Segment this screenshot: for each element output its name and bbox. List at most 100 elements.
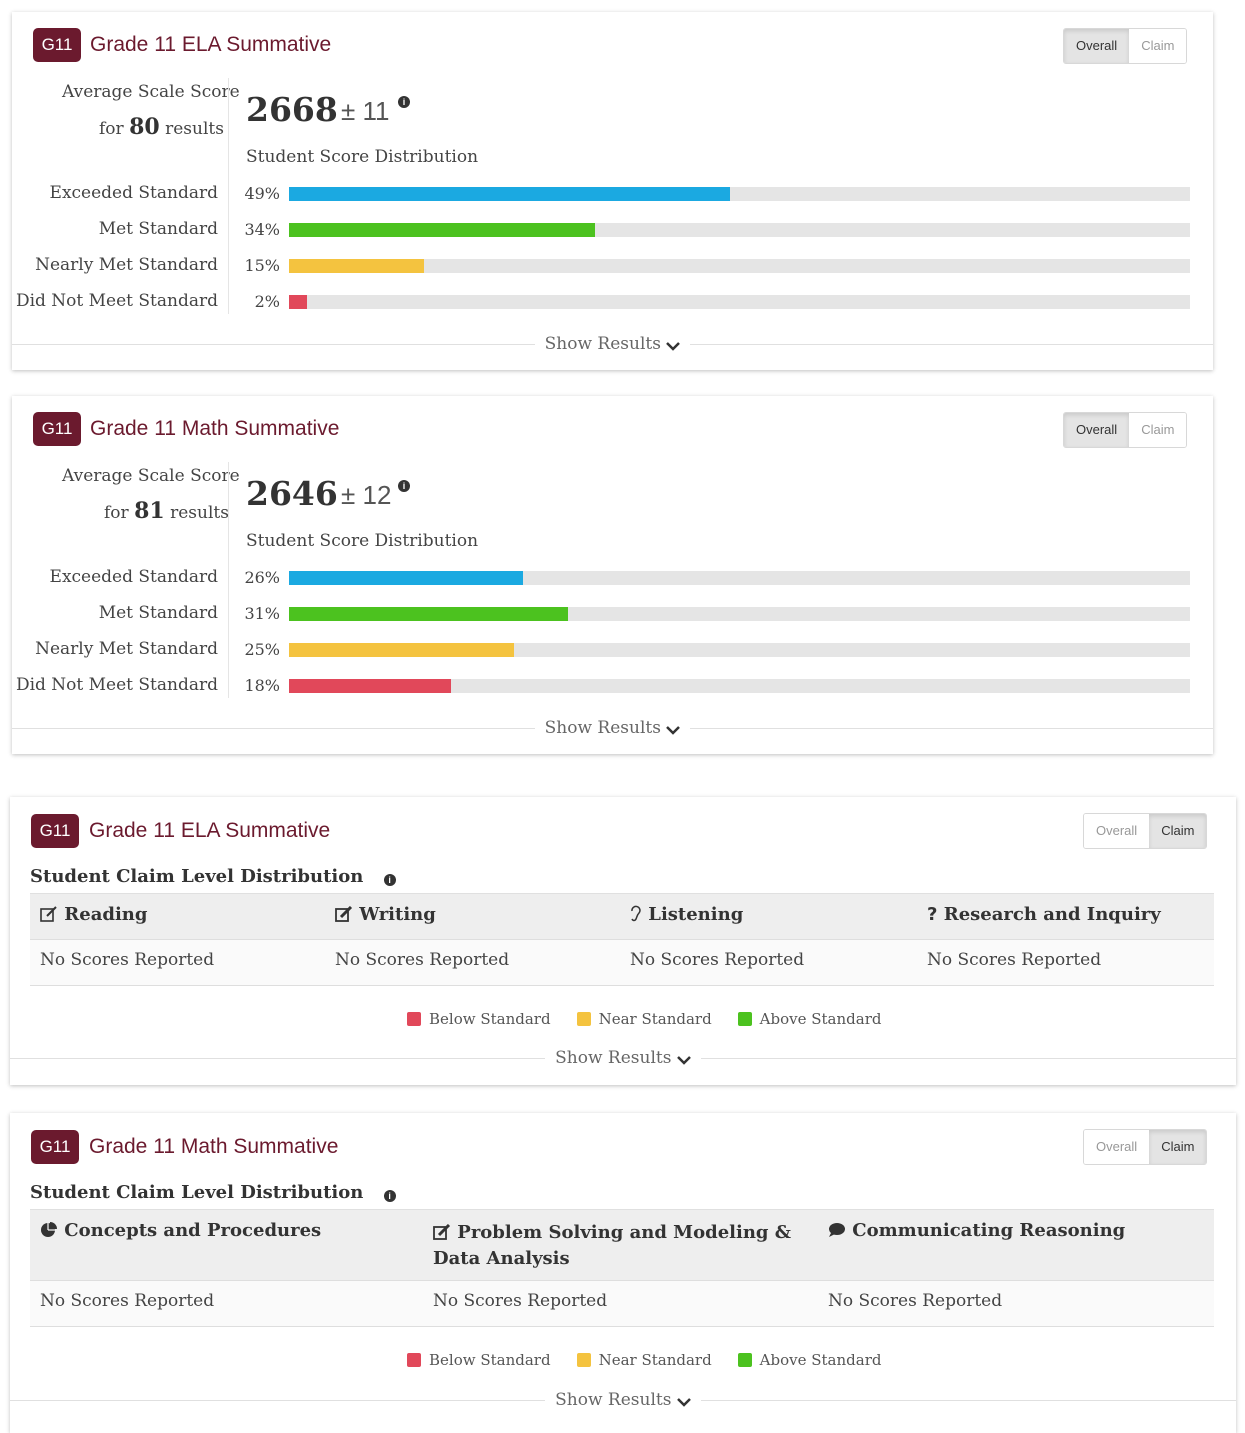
show-results-label: Show Results [544,334,661,354]
card-title: Grade 11 ELA Summative [89,819,331,842]
show-results-button[interactable]: Show Results [545,1390,701,1410]
chevron-down-icon [666,342,681,351]
claim-value-research: No Scores Reported [927,950,1102,970]
claim-label: Problem Solving and Modeling & Data Anal… [433,1222,792,1269]
card-title: Grade 11 ELA Summative [90,33,332,56]
claim-value-writing: No Scores Reported [335,950,510,970]
legend-label: Below Standard [429,1351,551,1369]
distribution-row-label: Did Not Meet Standard [15,675,218,695]
grade-badge: G11 [33,28,81,62]
card-title: Grade 11 Math Summative [90,417,340,440]
pie-chart-icon [41,1222,57,1237]
claim-toggle-button[interactable]: Claim [1129,413,1187,447]
average-score: 2668 [246,90,338,129]
claim-heading-text: Student Claim Level Distribution [30,1182,364,1203]
result-count: for 81 results [104,498,229,524]
divider [228,78,229,314]
view-toggle: Overall Claim [1063,412,1188,448]
distribution-bar-fill [289,571,524,585]
claim-distribution-heading: Student Claim Level Distribution i [30,1182,396,1203]
distribution-row-label: Exceeded Standard [49,183,218,203]
distribution-bar-track [289,679,1190,693]
edit-icon [40,906,57,922]
distribution-bar-track [289,259,1190,273]
distribution-row-percent: 2% [254,292,280,311]
distribution-row-label: Exceeded Standard [49,567,218,587]
legend-item-above: Above Standard [737,1351,882,1369]
avg-scale-score-label: Average Scale Score [62,466,240,486]
show-results-button[interactable]: Show Results [534,334,691,354]
distribution-row-label: Nearly Met Standard [35,639,218,659]
legend-item-below: Below Standard [407,1351,551,1369]
show-results-bar: Show Results [10,1048,1236,1068]
claim-label: Reading [64,904,148,925]
show-results-button[interactable]: Show Results [545,1048,701,1068]
distribution-bar-fill [289,643,515,657]
info-icon[interactable]: i [398,96,410,108]
claim-value-concepts: No Scores Reported [40,1291,215,1311]
legend-swatch [737,1012,752,1026]
show-results-label: Show Results [555,1390,672,1410]
legend-swatch [407,1353,421,1367]
show-results-button[interactable]: Show Results [534,718,691,738]
claim-toggle-button[interactable]: Claim [1149,1130,1207,1164]
for-text: for [104,503,129,523]
grade-badge: G11 [33,412,81,446]
claim-column-concepts: Concepts and Procedures [40,1220,321,1241]
math-overall-card: G11 Grade 11 Math Summative Overall Clai… [12,396,1213,754]
distribution-bar-fill [289,187,731,201]
overall-toggle-button[interactable]: Overall [1064,413,1130,447]
show-results-bar: Show Results [10,1390,1236,1410]
legend-swatch [407,1012,421,1026]
question-icon: ? [927,904,938,925]
show-results-label: Show Results [555,1048,672,1068]
score-error-margin: ± 12 [341,480,392,510]
result-count-number: 80 [129,114,160,140]
distribution-bar-track [289,571,1190,585]
avg-scale-score-label: Average Scale Score [62,82,240,102]
claim-column-writing: Writing [335,904,436,925]
ear-icon [631,905,641,922]
result-count: for 80 results [99,114,224,140]
distribution-row-percent: 25% [244,640,280,659]
distribution-row-percent: 15% [244,256,280,275]
overall-toggle-button[interactable]: Overall [1084,814,1150,848]
distribution-row-percent: 31% [244,604,280,623]
legend-item-below: Below Standard [407,1010,551,1028]
ela-overall-card: G11 Grade 11 ELA Summative Overall Claim… [12,12,1213,370]
claim-column-listening: Listening [630,904,743,925]
info-icon[interactable]: i [383,874,396,886]
distribution-row-label: Nearly Met Standard [35,255,218,275]
chevron-down-icon [666,726,681,735]
ela-claim-card: G11 Grade 11 ELA Summative Overall Claim… [10,797,1236,1085]
legend: Below Standard Near Standard Above Stand… [407,1351,881,1369]
legend-label: Above Standard [759,1351,882,1369]
show-results-label: Show Results [544,718,661,738]
info-icon[interactable]: i [398,480,410,492]
distribution-title: Student Score Distribution [246,147,479,167]
distribution-bar-track [289,295,1190,309]
overall-toggle-button[interactable]: Overall [1084,1130,1150,1164]
legend-swatch [737,1353,752,1367]
comment-icon [829,1223,845,1237]
overall-toggle-button[interactable]: Overall [1064,29,1130,63]
claim-toggle-button[interactable]: Claim [1129,29,1187,63]
claim-label: Research and Inquiry [943,904,1161,925]
average-score: 2646 [246,474,338,513]
distribution-bar-track [289,223,1190,237]
distribution-bar-fill [289,295,308,309]
claim-toggle-button[interactable]: Claim [1149,814,1207,848]
show-results-bar: Show Results [12,718,1213,738]
distribution-row-label: Met Standard [98,219,218,239]
legend-label: Near Standard [598,1010,712,1028]
legend-label: Near Standard [598,1351,712,1369]
divider [228,462,229,698]
chevron-down-icon [676,1056,691,1065]
claim-heading-text: Student Claim Level Distribution [30,866,364,887]
info-icon[interactable]: i [383,1190,396,1202]
card-title: Grade 11 Math Summative [89,1135,339,1158]
chevron-down-icon [676,1398,691,1407]
pencil-square-icon [335,906,353,922]
claim-label: Concepts and Procedures [64,1220,322,1241]
distribution-title: Student Score Distribution [246,531,479,551]
